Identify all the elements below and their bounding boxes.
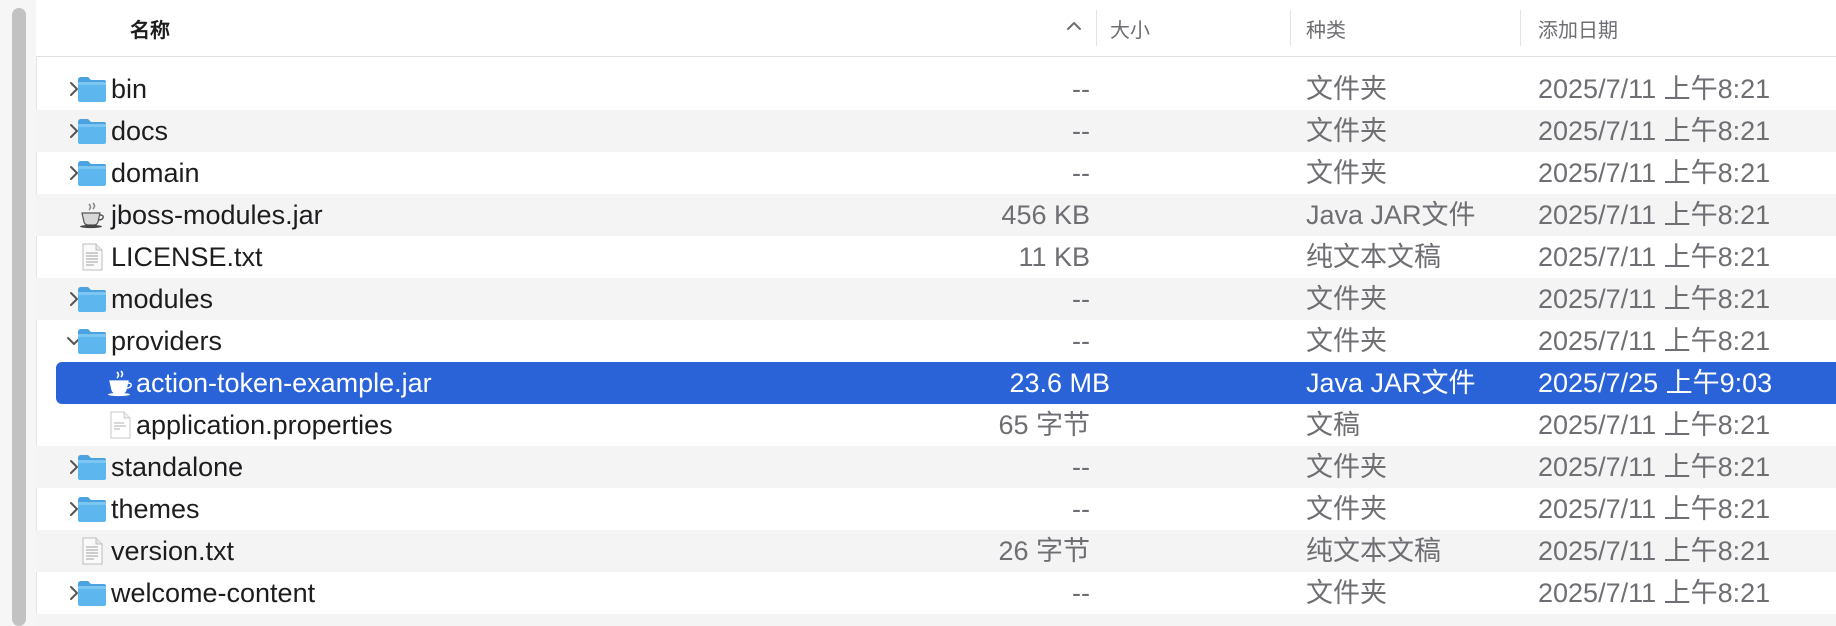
date-added: 2025/7/11 上午8:21 — [1538, 452, 1771, 482]
date-added: 2025/7/11 上午8:21 — [1538, 200, 1771, 230]
file-kind: 纯文本文稿 — [1306, 536, 1441, 566]
file-kind: 文件夹 — [1306, 326, 1387, 356]
folder-icon — [78, 455, 106, 480]
folder-row[interactable]: standalone -- 文件夹 2025/7/11 上午8:21 — [36, 446, 1836, 488]
text-file-icon — [82, 243, 103, 271]
file-kind: 文件夹 — [1306, 452, 1387, 482]
file-name: LICENSE.txt — [111, 242, 263, 272]
folder-icon — [78, 581, 106, 606]
date-added: 2025/7/11 上午8:21 — [1538, 494, 1771, 524]
file-kind: 文件夹 — [1306, 494, 1387, 524]
date-added: 2025/7/11 上午8:21 — [1538, 410, 1771, 440]
file-kind: Java JAR文件 — [1306, 200, 1476, 230]
column-header-bar: 名称 大小 种类 添加日期 — [36, 0, 1836, 57]
file-kind: 文件夹 — [1306, 158, 1387, 188]
file-size: 11 KB — [1018, 242, 1090, 272]
folder-icon — [78, 287, 106, 312]
date-added: 2025/7/11 上午8:21 — [1538, 578, 1771, 608]
file-size: -- — [1072, 158, 1090, 188]
folder-icon — [78, 497, 106, 522]
date-added: 2025/7/11 上午8:21 — [1538, 284, 1771, 314]
folder-row[interactable]: docs -- 文件夹 2025/7/11 上午8:21 — [36, 110, 1836, 152]
java-jar-icon — [108, 370, 132, 397]
folder-icon — [78, 77, 106, 102]
vertical-scrollbar[interactable] — [0, 0, 37, 626]
file-size: -- — [1072, 452, 1090, 482]
document-icon — [110, 411, 131, 439]
file-row[interactable]: application.properties 65 字节 文稿 2025/7/11 上… — [36, 404, 1836, 446]
file-name: application.properties — [136, 410, 393, 440]
column-divider[interactable] — [1096, 10, 1097, 46]
file-kind: 纯文本文稿 — [1306, 242, 1441, 272]
file-size: -- — [1072, 326, 1090, 356]
text-file-icon — [82, 537, 103, 565]
folder-row[interactable]: domain -- 文件夹 2025/7/11 上午8:21 — [36, 152, 1836, 194]
sort-ascending-icon[interactable] — [1062, 14, 1086, 38]
column-header-name[interactable]: 名称 — [130, 14, 170, 43]
date-added: 2025/7/11 上午8:21 — [1538, 326, 1771, 356]
date-added: 2025/7/11 上午8:21 — [1538, 158, 1771, 188]
file-size: -- — [1072, 284, 1090, 314]
file-name: providers — [111, 326, 223, 356]
file-kind: 文件夹 — [1306, 284, 1387, 314]
file-row[interactable]: jboss-modules.jar 456 KB Java JAR文件 2025/7/… — [36, 194, 1836, 236]
column-divider[interactable] — [1290, 10, 1291, 46]
file-name: docs — [111, 116, 169, 146]
file-kind: 文件夹 — [1306, 74, 1387, 104]
folder-icon — [78, 119, 106, 144]
folder-row[interactable]: themes -- 文件夹 2025/7/11 上午8:21 — [36, 488, 1836, 530]
folder-icon — [78, 329, 106, 354]
file-name: action-token-example.jar — [136, 368, 432, 398]
file-size: -- — [1072, 74, 1090, 104]
folder-row[interactable]: modules -- 文件夹 2025/7/11 上午8:21 — [36, 278, 1836, 320]
file-size: -- — [1072, 494, 1090, 524]
file-name: standalone — [111, 452, 244, 482]
file-kind: Java JAR文件 — [1306, 368, 1476, 398]
file-size: -- — [1072, 578, 1090, 608]
date-added: 2025/7/11 上午8:21 — [1538, 74, 1771, 104]
folder-row[interactable]: welcome-content -- 文件夹 2025/7/11 上午8:21 — [36, 572, 1836, 614]
file-row[interactable]: version.txt 26 字节 纯文本文稿 2025/7/11 上午8:21 — [36, 530, 1836, 572]
date-added: 2025/7/11 上午8:21 — [1538, 116, 1771, 146]
scrollbar-thumb[interactable] — [12, 8, 26, 626]
file-size: 23.6 MB — [1009, 368, 1110, 398]
date-added: 2025/7/11 上午8:21 — [1538, 536, 1771, 566]
column-divider[interactable] — [1520, 10, 1521, 46]
file-name: themes — [111, 494, 200, 524]
file-kind: 文件夹 — [1306, 116, 1387, 146]
file-name: jboss-modules.jar — [111, 200, 323, 230]
column-header-kind[interactable]: 种类 — [1306, 14, 1346, 43]
folder-row[interactable]: providers -- 文件夹 2025/7/11 上午8:21 — [36, 320, 1836, 362]
file-name: bin — [111, 74, 148, 104]
date-added: 2025/7/25 上午9:03 — [1538, 368, 1773, 398]
file-name: domain — [111, 158, 200, 188]
file-row[interactable]: LICENSE.txt 11 KB 纯文本文稿 2025/7/11 上午8:21 — [36, 236, 1836, 278]
folder-icon — [78, 161, 106, 186]
file-kind: 文件夹 — [1306, 578, 1387, 608]
file-name: welcome-content — [111, 578, 316, 608]
empty-row — [36, 614, 1836, 626]
file-size: -- — [1072, 116, 1090, 146]
column-header-date-added[interactable]: 添加日期 — [1538, 14, 1618, 43]
column-header-size[interactable]: 大小 — [1110, 14, 1150, 43]
file-name: version.txt — [111, 536, 235, 566]
file-size: 65 字节 — [998, 410, 1090, 440]
file-size: 456 KB — [1001, 200, 1090, 230]
folder-row[interactable]: bin -- 文件夹 2025/7/11 上午8:21 — [36, 68, 1836, 110]
file-row[interactable]: action-token-example.jar 23.6 MB Java JAR文… — [56, 362, 1836, 404]
file-kind: 文稿 — [1306, 410, 1360, 440]
date-added: 2025/7/11 上午8:21 — [1538, 242, 1771, 272]
file-size: 26 字节 — [998, 536, 1090, 566]
java-jar-icon — [80, 202, 104, 229]
file-name: modules — [111, 284, 214, 314]
